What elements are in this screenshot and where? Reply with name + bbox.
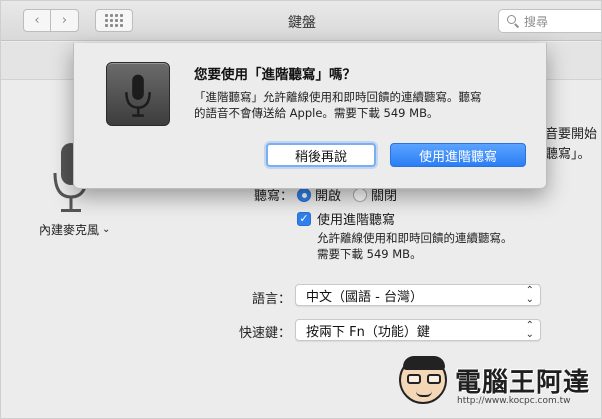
language-select[interactable]: 中文（國語 - 台灣） ⌃ ⌄ xyxy=(295,284,541,306)
shortcut-select[interactable]: 按兩下 Fn（功能）鍵 ⌃ ⌄ xyxy=(295,319,541,341)
enhanced-dictation-checkbox-row[interactable]: ✓ 使用進階聽寫 xyxy=(297,209,395,228)
partial-text-2: 聽寫」。 xyxy=(545,147,591,162)
watermark-url: http://www.kocpc.com.tw xyxy=(457,396,571,406)
partial-text-1: 音要開始 xyxy=(545,127,598,142)
mic-source-label: 內建麥克風 xyxy=(39,223,100,237)
enhanced-dictation-label: 使用進階聽寫 xyxy=(317,213,396,228)
later-button[interactable]: 稍後再說 xyxy=(266,143,376,167)
toolbar: ‹ › 鍵盤 搜尋 xyxy=(1,1,601,41)
enhanced-dictation-description: 允許離線使用和即時回饋的連續聽寫。 需要下載 549 MB。 xyxy=(317,231,513,261)
microphone-app-icon xyxy=(106,62,170,126)
watermark-text: 電腦王阿達 xyxy=(455,368,591,398)
updown-arrows-icon: ⌃ ⌄ xyxy=(525,320,534,340)
chevron-down-icon: ⌄ xyxy=(102,224,111,235)
preferences-window: ‹ › 鍵盤 搜尋 內建麥克風 ⌄ 音要開始 聽寫」。 聽寫： 開啟 關閉 ✓ … xyxy=(0,0,602,419)
language-label: 語言： xyxy=(251,292,291,307)
use-enhanced-dictation-button[interactable]: 使用進階聽寫 xyxy=(390,143,526,167)
shortcut-label: 快速鍵： xyxy=(238,326,291,341)
mascot-face-icon xyxy=(399,356,447,404)
radio-off[interactable] xyxy=(353,187,368,202)
language-value: 中文（國語 - 台灣） xyxy=(306,289,423,305)
watermark-logo: 電腦王阿達 http://www.kocpc.com.tw xyxy=(399,356,599,416)
radio-on[interactable] xyxy=(297,187,311,202)
enhanced-dictation-dialog: 您要使用「進階聽寫」嗎？ 「進階聽寫」允許離線使用和即時回饋的連續聽寫。聽寫 的… xyxy=(73,43,547,189)
search-field[interactable]: 搜尋 xyxy=(498,9,601,33)
search-icon xyxy=(507,15,519,27)
mic-source-popup[interactable]: 內建麥克風 ⌄ xyxy=(39,221,110,238)
enhanced-dictation-checkbox[interactable]: ✓ xyxy=(297,211,311,226)
dialog-message: 「進階聽寫」允許離線使用和即時回饋的連續聽寫。聽寫 的語音不會傳送給 Apple… xyxy=(194,90,482,120)
shortcut-value: 按兩下 Fn（功能）鍵 xyxy=(306,324,430,340)
dialog-title: 您要使用「進階聽寫」嗎？ xyxy=(194,67,356,83)
search-placeholder: 搜尋 xyxy=(524,14,549,29)
updown-arrows-icon: ⌃ ⌄ xyxy=(525,285,534,305)
